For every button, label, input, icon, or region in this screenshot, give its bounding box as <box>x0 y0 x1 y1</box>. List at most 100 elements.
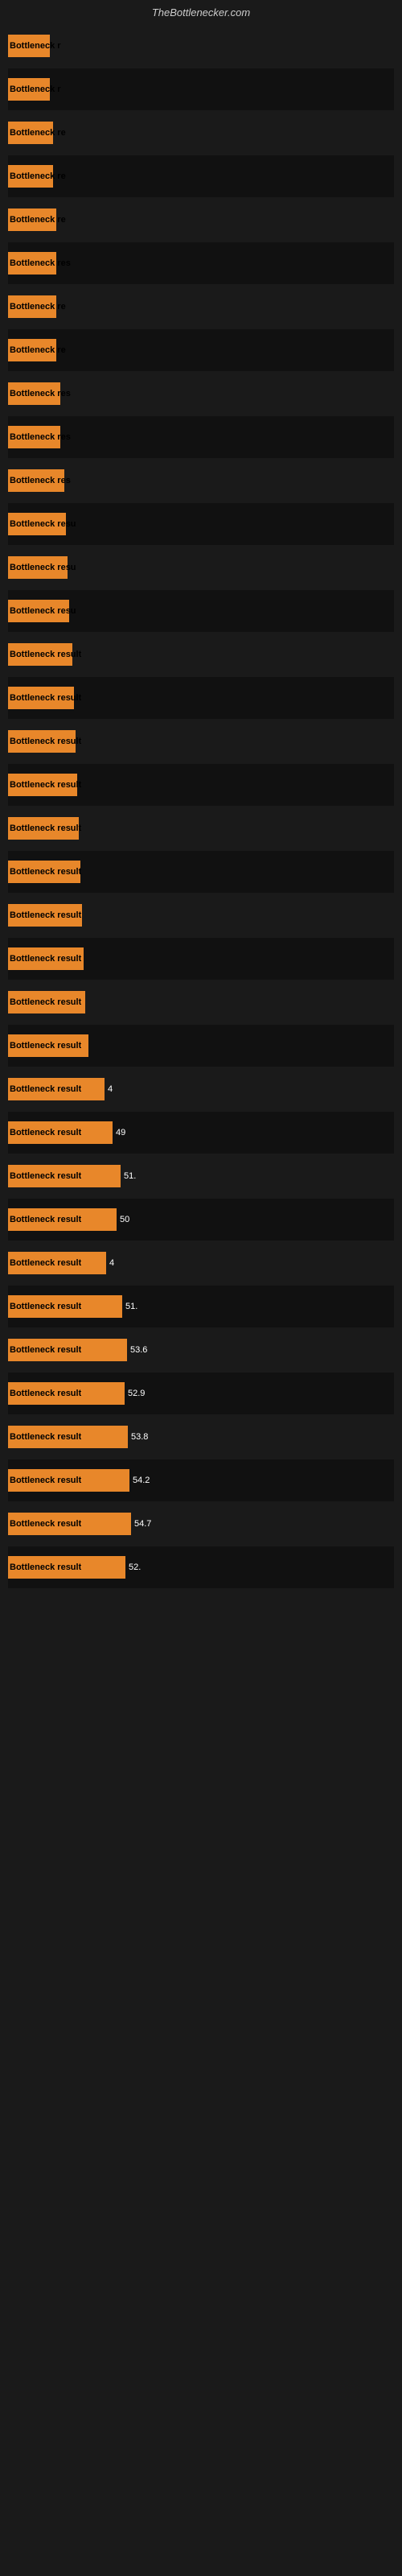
bar-value: 49 <box>116 1128 402 1137</box>
bar-row: Bottleneck r <box>8 25 394 67</box>
bar-wrapper: Bottleneck result50 <box>8 1199 394 1241</box>
bar-row: Bottleneck result53.8 <box>8 1416 394 1458</box>
bar-wrapper: Bottleneck resu <box>8 547 394 588</box>
bar: Bottleneck result <box>8 643 72 666</box>
bar-label: Bottleneck result <box>10 1519 81 1529</box>
bar-row: Bottleneck res <box>8 242 394 284</box>
bar-label: Bottleneck result <box>10 1041 81 1051</box>
bar-wrapper: Bottleneck result <box>8 894 394 936</box>
bar-wrapper: Bottleneck resu <box>8 590 394 632</box>
bar-label: Bottleneck result <box>10 997 81 1007</box>
bar-row: Bottleneck result54.2 <box>8 1459 394 1501</box>
bar-label: Bottleneck result <box>10 1476 81 1485</box>
bar-wrapper: Bottleneck resu <box>8 503 394 545</box>
bar-label: Bottleneck result <box>10 650 81 659</box>
bar-label: Bottleneck result <box>10 1128 81 1137</box>
bar-label: Bottleneck res <box>10 476 71 485</box>
bar: Bottleneck result <box>8 1165 121 1187</box>
bar-label: Bottleneck result <box>10 1563 81 1572</box>
bar-row: Bottleneck re <box>8 112 394 154</box>
bar: Bottleneck result <box>8 1121 113 1144</box>
bar-row: Bottleneck result <box>8 938 394 980</box>
bar-label: Bottleneck resu <box>10 563 76 572</box>
bar-wrapper: Bottleneck result49 <box>8 1112 394 1154</box>
bar-label: Bottleneck result <box>10 780 81 790</box>
bar-row: Bottleneck result <box>8 981 394 1023</box>
bar-wrapper: Bottleneck result51. <box>8 1286 394 1327</box>
bar-row: Bottleneck result52. <box>8 1546 394 1588</box>
bar: Bottleneck result <box>8 904 82 927</box>
bar: Bottleneck result <box>8 1295 122 1318</box>
bar-row: Bottleneck re <box>8 286 394 328</box>
bar: Bottleneck re <box>8 165 53 188</box>
bar-value: 53.6 <box>130 1345 402 1355</box>
bar-label: Bottleneck result <box>10 1389 81 1398</box>
bar: Bottleneck result <box>8 861 80 883</box>
bar: Bottleneck resu <box>8 513 66 535</box>
bar-label: Bottleneck resu <box>10 606 76 616</box>
bar-wrapper: Bottleneck result53.6 <box>8 1329 394 1371</box>
bar-row: Bottleneck result <box>8 807 394 849</box>
bar-wrapper: Bottleneck result53.8 <box>8 1416 394 1458</box>
bar: Bottleneck result <box>8 1252 106 1274</box>
bar-row: Bottleneck re <box>8 329 394 371</box>
bar-label: Bottleneck result <box>10 867 81 877</box>
bar-value: 51. <box>124 1171 402 1181</box>
bar-row: Bottleneck result <box>8 634 394 675</box>
bar: Bottleneck result <box>8 1034 88 1057</box>
bar-label: Bottleneck res <box>10 432 71 442</box>
bar-label: Bottleneck res <box>10 258 71 268</box>
bar-label: Bottleneck result <box>10 1302 81 1311</box>
bar: Bottleneck result <box>8 817 79 840</box>
bar-wrapper: Bottleneck result <box>8 720 394 762</box>
bar: Bottleneck result <box>8 774 77 796</box>
bar-label: Bottleneck resu <box>10 519 76 529</box>
bar-row: Bottleneck re <box>8 155 394 197</box>
bar: Bottleneck result <box>8 947 84 970</box>
bar-row: Bottleneck resu <box>8 547 394 588</box>
bar-row: Bottleneck res <box>8 373 394 415</box>
bar-row: Bottleneck result51. <box>8 1155 394 1197</box>
bar: Bottleneck result <box>8 1339 127 1361</box>
bar-wrapper: Bottleneck result4 <box>8 1068 394 1110</box>
bar-label: Bottleneck result <box>10 1345 81 1355</box>
site-title: TheBottlenecker.com <box>152 6 250 19</box>
bar-wrapper: Bottleneck result <box>8 1025 394 1067</box>
bar-row: Bottleneck result53.6 <box>8 1329 394 1371</box>
bar-wrapper: Bottleneck result <box>8 677 394 719</box>
bar-wrapper: Bottleneck result <box>8 981 394 1023</box>
bar-row: Bottleneck resu <box>8 503 394 545</box>
bar: Bottleneck result <box>8 1382 125 1405</box>
bar: Bottleneck res <box>8 469 64 492</box>
bar-row: Bottleneck result52.9 <box>8 1373 394 1414</box>
bar: Bottleneck res <box>8 426 60 448</box>
bar-wrapper: Bottleneck result4 <box>8 1242 394 1284</box>
bar-row: Bottleneck result54.7 <box>8 1503 394 1545</box>
bar: Bottleneck r <box>8 35 50 57</box>
bar: Bottleneck re <box>8 208 56 231</box>
bar-value: 50 <box>120 1215 402 1224</box>
bar-wrapper: Bottleneck result52.9 <box>8 1373 394 1414</box>
bar: Bottleneck result <box>8 1078 105 1100</box>
bar: Bottleneck resu <box>8 556 68 579</box>
bar-value: 54.7 <box>134 1519 402 1529</box>
bar-wrapper: Bottleneck result51. <box>8 1155 394 1197</box>
bar-label: Bottleneck result <box>10 824 81 833</box>
bar: Bottleneck result <box>8 1469 129 1492</box>
bar-label: Bottleneck re <box>10 345 66 355</box>
bar-row: Bottleneck r <box>8 68 394 110</box>
bar-wrapper: Bottleneck result <box>8 634 394 675</box>
bar-row: Bottleneck result4 <box>8 1242 394 1284</box>
bar-wrapper: Bottleneck re <box>8 155 394 197</box>
bar-value: 4 <box>108 1084 402 1094</box>
bar-wrapper: Bottleneck res <box>8 242 394 284</box>
bar-label: Bottleneck result <box>10 1258 81 1268</box>
bar-wrapper: Bottleneck r <box>8 25 394 67</box>
bar-value: 52.9 <box>128 1389 402 1398</box>
bar: Bottleneck re <box>8 122 53 144</box>
bar-wrapper: Bottleneck res <box>8 416 394 458</box>
bar: Bottleneck result <box>8 687 74 709</box>
bar-row: Bottleneck result <box>8 894 394 936</box>
bar-label: Bottleneck result <box>10 693 81 703</box>
bar-row: Bottleneck result <box>8 764 394 806</box>
